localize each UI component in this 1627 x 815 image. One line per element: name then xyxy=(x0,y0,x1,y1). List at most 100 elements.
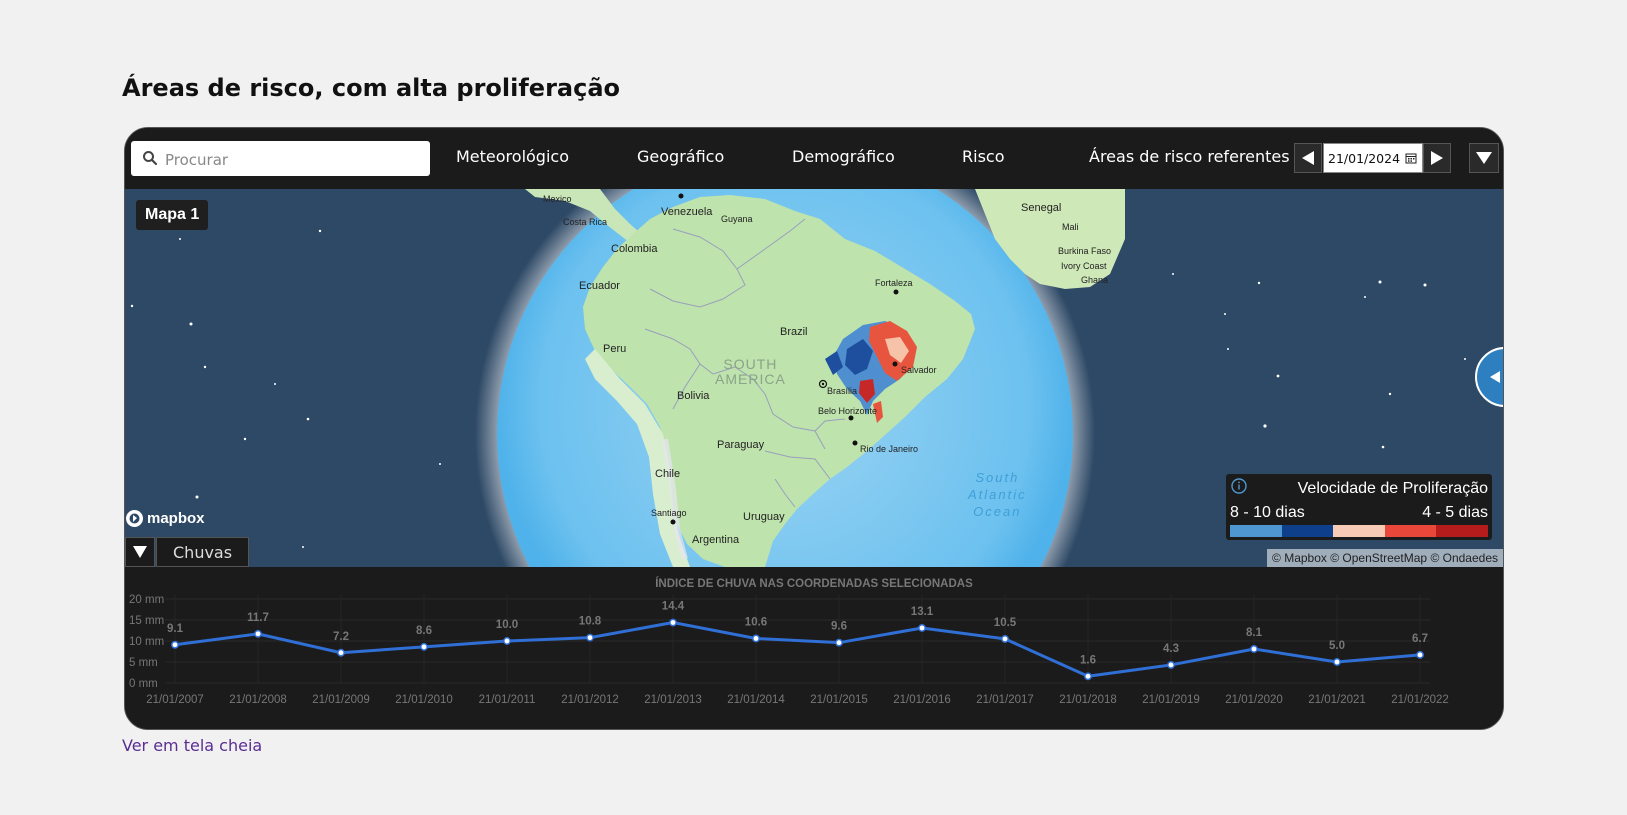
triangle-down-icon xyxy=(1476,152,1492,164)
date-label: Áreas de risco referentes a xyxy=(1089,147,1305,166)
map-widget: Meteorológico Geográfico Demográfico Ris… xyxy=(124,127,1504,730)
legend-title: Velocidade de Proliferação xyxy=(1297,480,1488,497)
mapbox-logo[interactable]: mapbox xyxy=(125,509,205,528)
rain-data-point xyxy=(337,648,345,657)
layer-name[interactable]: Chuvas xyxy=(156,537,250,567)
collapse-toolbar-button[interactable] xyxy=(1469,143,1499,173)
calendar-icon[interactable] xyxy=(1405,152,1417,167)
page-title: Áreas de risco, com alta proliferação xyxy=(122,74,621,102)
map-label-ocean: South Atlantic Ocean xyxy=(968,470,1027,519)
info-icon[interactable] xyxy=(1231,478,1247,499)
mapbox-logo-icon xyxy=(126,510,143,527)
x-tick-label: 21/01/2013 xyxy=(644,694,702,706)
data-label: 13.1 xyxy=(911,606,934,618)
map-label-argentina: Argentina xyxy=(692,534,740,546)
search-box[interactable] xyxy=(131,141,430,178)
data-label: 14.4 xyxy=(662,601,685,613)
map-label-bolivia: Bolivia xyxy=(677,390,710,402)
rain-series-line xyxy=(174,621,1421,678)
legend-low-label: 8 - 10 dias xyxy=(1230,504,1305,521)
layer-toggle-button[interactable] xyxy=(125,537,155,567)
x-tick-label: 21/01/2019 xyxy=(1142,694,1200,706)
data-label: 5.0 xyxy=(1329,640,1345,652)
y-tick-label: 5 mm xyxy=(129,657,158,669)
rain-data-point xyxy=(171,640,179,649)
previous-date-button[interactable] xyxy=(1294,143,1322,173)
y-tick-label: 15 mm xyxy=(129,615,164,627)
data-label: 9.1 xyxy=(167,623,184,635)
map-label-continent: SOUTH AMERICA xyxy=(715,356,786,387)
toolbar: Meteorológico Geográfico Demográfico Ris… xyxy=(125,128,1503,189)
legend-color-0 xyxy=(1230,525,1282,537)
tab-demografico[interactable]: Demográfico xyxy=(792,147,895,166)
x-tick-label: 21/01/2017 xyxy=(976,694,1034,706)
fullscreen-link[interactable]: Ver em tela cheia xyxy=(122,736,262,755)
data-label: 6.7 xyxy=(1412,633,1428,645)
date-value: 21/01/2024 xyxy=(1328,150,1401,166)
rain-chart-svg: ÍNDICE DE CHUVA NAS COORDENADAS SELECION… xyxy=(129,577,1449,706)
data-label: 11.7 xyxy=(247,612,269,624)
rain-chart: ÍNDICE DE CHUVA NAS COORDENADAS SELECION… xyxy=(125,567,1503,729)
rain-data-point xyxy=(1416,650,1424,659)
map-label-guyana: Guyana xyxy=(721,214,753,224)
map-label-belo-horizonte: Belo Horizonte xyxy=(818,406,878,416)
x-tick-label: 21/01/2008 xyxy=(229,694,287,706)
rain-data-point xyxy=(752,634,760,643)
rain-data-point xyxy=(918,624,926,632)
map-tag: Mapa 1 xyxy=(136,200,209,230)
date-input[interactable]: 21/01/2024 xyxy=(1323,143,1423,173)
x-tick-label: 21/01/2022 xyxy=(1391,694,1449,706)
rain-data-point xyxy=(669,618,677,627)
legend-color-1 xyxy=(1281,525,1334,537)
search-input[interactable] xyxy=(163,141,422,178)
arrow-left-icon xyxy=(1490,371,1500,383)
map-label-brasilia: Brasília xyxy=(827,386,858,396)
x-tick-label: 21/01/2015 xyxy=(810,694,868,706)
rain-data-point xyxy=(503,637,511,645)
map-label-costa-rica: Costa Rica xyxy=(563,217,608,227)
data-label: 7.2 xyxy=(333,631,349,643)
proliferation-legend: Velocidade de Proliferação 8 - 10 dias 4… xyxy=(1226,474,1492,540)
tab-geografico[interactable]: Geográfico xyxy=(637,147,724,166)
map-label-senegal: Senegal xyxy=(1021,202,1062,214)
y-tick-label: 0 mm xyxy=(129,678,158,690)
data-label: 1.6 xyxy=(1080,654,1096,666)
map-label-santiago: Santiago xyxy=(651,508,687,518)
x-tick-label: 21/01/2016 xyxy=(893,694,951,706)
data-label: 10.5 xyxy=(994,617,1017,629)
map-label-ivory-coast: Ivory Coast xyxy=(1061,261,1107,271)
x-tick-label: 21/01/2007 xyxy=(146,694,204,706)
map-label-brazil: Brazil xyxy=(780,326,808,338)
x-tick-label: 21/01/2009 xyxy=(312,694,370,706)
data-label: 9.6 xyxy=(831,621,847,633)
legend-color-4 xyxy=(1436,525,1488,537)
rain-data-point xyxy=(254,629,262,638)
legend-color-2 xyxy=(1333,525,1385,537)
legend-color-3 xyxy=(1384,525,1437,537)
next-date-button[interactable] xyxy=(1423,143,1451,173)
x-tick-label: 21/01/2014 xyxy=(727,694,785,706)
rain-data-point xyxy=(586,633,594,642)
tab-risco[interactable]: Risco xyxy=(962,147,1004,166)
data-label: 10.8 xyxy=(579,616,602,628)
rain-data-point xyxy=(1084,672,1092,681)
map-label-ecuador: Ecuador xyxy=(579,280,620,292)
arrow-right-icon xyxy=(1431,151,1443,165)
data-label: 10.6 xyxy=(745,616,767,628)
map-label-chile: Chile xyxy=(655,468,681,480)
map-label-rio-de-janeiro: Rio de Janeiro xyxy=(860,444,919,454)
data-label: 10.0 xyxy=(496,619,518,631)
map-canvas[interactable]: Mapa 1 Mexico Costa Rica Venezuela Guyan… xyxy=(125,189,1503,567)
map-label-paraguay: Paraguay xyxy=(717,439,765,451)
map-attribution[interactable]: © Mapbox © OpenStreetMap © Ondaedes xyxy=(1267,549,1503,567)
chart-title: ÍNDICE DE CHUVA NAS COORDENADAS SELECION… xyxy=(655,577,973,590)
map-label-mali: Mali xyxy=(1062,222,1079,232)
data-label: 8.1 xyxy=(1246,627,1263,639)
rain-data-point xyxy=(1333,658,1341,666)
map-label-colombia: Colombia xyxy=(611,243,658,255)
legend-color-bar xyxy=(1230,525,1488,537)
x-tick-label: 21/01/2020 xyxy=(1225,694,1283,706)
tab-meteorologico[interactable]: Meteorológico xyxy=(456,147,569,166)
triangle-down-icon xyxy=(133,546,147,558)
y-tick-label: 10 mm xyxy=(129,636,164,648)
